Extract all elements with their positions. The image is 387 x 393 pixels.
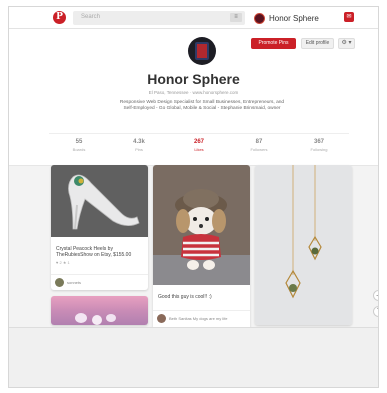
profile-name: Honor Sphere [147, 71, 240, 87]
promote-pins-button[interactable]: Promote Pins [251, 38, 296, 49]
profile-bio: Responsive Web Design Specialist for Sma… [119, 100, 285, 112]
pinterest-logo-icon[interactable]: P [53, 11, 66, 24]
stat-number: 55 [75, 139, 83, 145]
user-name: Honor Sphere [269, 13, 319, 23]
profile-stats: 55 Boards 4.3k Pins 267 Likes 87 Followe… [49, 133, 349, 159]
top-bar: P Search ≡ Honor Sphere ✉ [9, 7, 378, 29]
stat-label: Boards [72, 147, 86, 152]
pin-footer[interactable]: sonnets [51, 274, 148, 290]
settings-menu-button[interactable]: ⚙ ▾ [338, 38, 355, 49]
pin-description: Good this guy is cool!! :) [158, 294, 212, 300]
stat-following[interactable]: 367 Following [289, 134, 349, 159]
stat-number: 4.3k [133, 139, 145, 145]
pin-description: Crystal Peacock Heels by TheRubiesShow o… [56, 246, 132, 258]
stat-number: 367 [313, 139, 324, 145]
stat-label: Pins [135, 147, 143, 152]
profile-header: Promote Pins Edit profile ⚙ ▾ Honor Sphe… [9, 29, 378, 165]
stat-boards[interactable]: 55 Boards [49, 134, 109, 159]
stat-followers[interactable]: 87 Followers [229, 134, 289, 159]
user-profile-link[interactable]: Honor Sphere [254, 11, 319, 25]
browser-frame: P Search ≡ Honor Sphere ✉ Promote Pins E… [8, 6, 379, 388]
stat-pins[interactable]: 4.3k Pins [109, 134, 169, 159]
board-name: sonnets [67, 280, 82, 285]
pin-meta: ♥ 2 ★ 1 [56, 260, 70, 265]
pin-image[interactable] [255, 165, 352, 325]
search-input[interactable]: Search ≡ [73, 11, 245, 25]
pin-image[interactable] [51, 296, 148, 325]
help-icon[interactable]: ? [373, 306, 378, 317]
pin-image[interactable] [153, 165, 250, 285]
stat-label: Followers [250, 147, 268, 152]
pin-card[interactable]: Good this guy is cool!! :) Beth Sanitas … [153, 165, 250, 330]
stat-label: Following [310, 147, 328, 152]
profile-avatar [188, 37, 216, 65]
avatar [254, 12, 265, 24]
avatar [55, 278, 64, 287]
avatar [157, 314, 166, 323]
stat-number: 87 [255, 139, 263, 145]
profile-location: El Paso, Tennessee · www.honorsphere.com [148, 90, 239, 95]
pin-footer[interactable]: Beth Sanitas My dogs are my life [153, 310, 250, 326]
add-icon[interactable]: + [373, 290, 378, 301]
empty-area [9, 327, 378, 387]
menu-icon[interactable]: ≡ [230, 13, 242, 22]
stat-likes[interactable]: 267 Likes [169, 134, 229, 159]
search-placeholder: Search [81, 14, 101, 20]
pin-image[interactable] [51, 165, 148, 237]
edit-profile-button[interactable]: Edit profile [301, 38, 334, 49]
pin-card[interactable]: Crystal Peacock Heels by TheRubiesShow o… [51, 165, 148, 290]
stat-number: 267 [193, 139, 204, 145]
pin-card[interactable] [51, 296, 148, 325]
notification-icon[interactable]: ✉ [344, 12, 354, 22]
board-name: Beth Sanitas My dogs are my life [169, 316, 228, 321]
pin-card[interactable] [255, 165, 352, 325]
stat-label: Likes [194, 147, 204, 152]
